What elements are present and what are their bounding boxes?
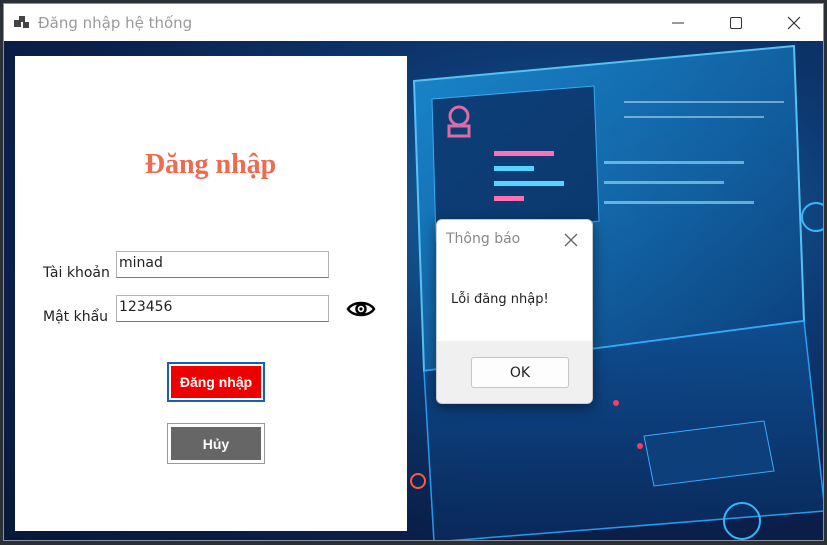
close-icon[interactable]: [561, 230, 581, 250]
username-field[interactable]: minad: [116, 251, 329, 278]
error-message-dialog: Thông báo Lỗi đăng nhập! OK: [436, 219, 593, 404]
ok-button[interactable]: OK: [471, 357, 569, 388]
cancel-button-label: Hủy: [171, 427, 261, 460]
window-title: Đăng nhập hệ thống: [38, 14, 193, 32]
cancel-button[interactable]: Hủy: [167, 423, 265, 464]
dialog-title: Thông báo: [446, 231, 521, 247]
login-button-label: Đăng nhập: [171, 366, 261, 398]
title-bar[interactable]: Đăng nhập hệ thống: [4, 4, 823, 41]
minimize-icon: [672, 22, 684, 23]
window-client-area: Đăng nhập Tài khoản minad Mật khẩu 12345…: [4, 41, 823, 540]
app-window-icon: [14, 16, 29, 28]
password-field[interactable]: 123456: [116, 295, 329, 322]
maximize-button[interactable]: [707, 4, 765, 41]
password-label: Mật khẩu: [43, 309, 109, 325]
login-panel: Đăng nhập Tài khoản minad Mật khẩu 12345…: [15, 56, 407, 531]
username-label: Tài khoản: [43, 265, 110, 281]
eye-icon[interactable]: [346, 296, 376, 322]
login-window: Đăng nhập hệ thống Đăng nhập Tài khoản m…: [3, 3, 824, 541]
login-button[interactable]: Đăng nhập: [167, 362, 265, 402]
close-icon: [787, 16, 801, 29]
dialog-message: Lỗi đăng nhập!: [451, 292, 549, 307]
minimize-button[interactable]: [649, 4, 707, 41]
login-title: Đăng nhập: [144, 149, 277, 180]
maximize-icon: [730, 16, 742, 29]
dialog-footer: OK: [437, 341, 592, 403]
window-close-button[interactable]: [765, 4, 823, 41]
